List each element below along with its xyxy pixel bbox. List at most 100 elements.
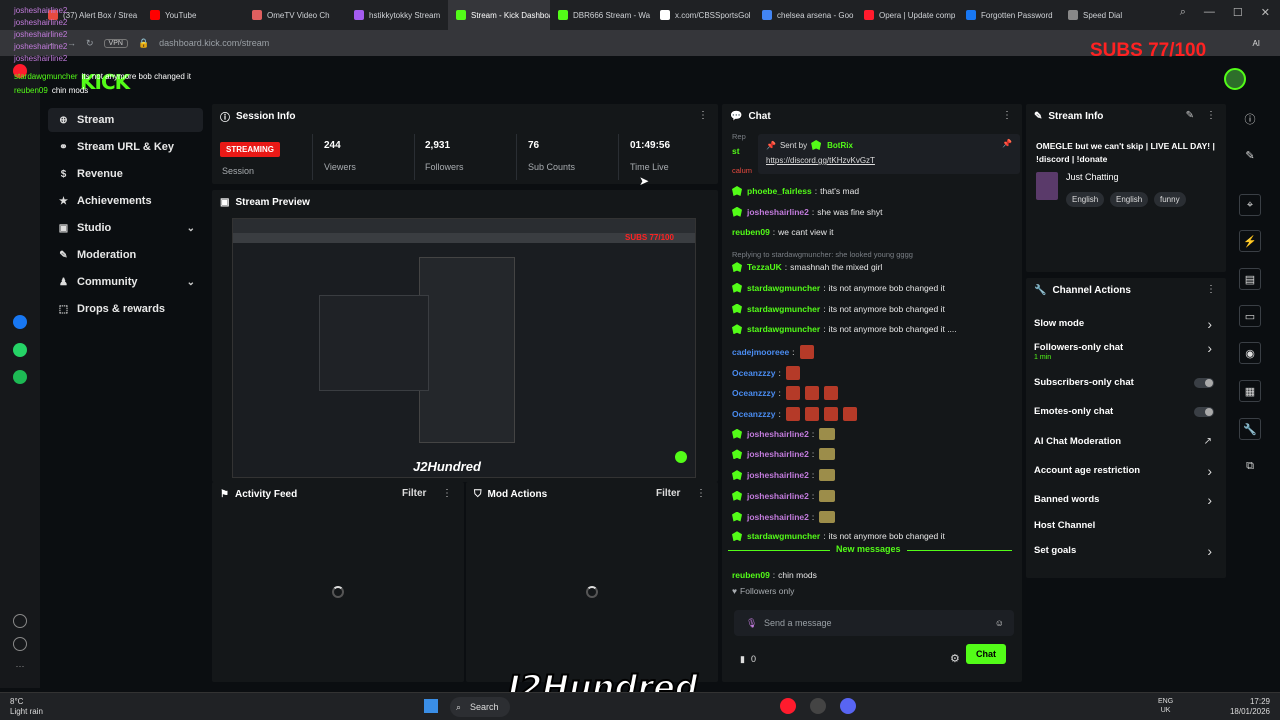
- chevron-right-icon[interactable]: ›: [1207, 544, 1212, 558]
- taskbar-search[interactable]: ⌕ Search: [450, 697, 510, 717]
- browser-tab[interactable]: OmeTV Video Ch: [244, 0, 346, 30]
- chat-username[interactable]: stardawgmuncher: [747, 324, 820, 334]
- category-thumbnail[interactable]: [1036, 172, 1058, 200]
- emote-icon[interactable]: [785, 407, 800, 421]
- chat-send-button[interactable]: Chat: [966, 644, 1006, 664]
- channel-action-host-channel[interactable]: Host Channel: [1026, 520, 1226, 540]
- nav-item-drops-rewards[interactable]: ⬚ Drops & rewards: [48, 297, 203, 321]
- chat-username[interactable]: Oceanzzzy: [732, 388, 775, 398]
- channel-actions-menu-icon[interactable]: ⋮: [1206, 284, 1216, 295]
- channel-action-set-goals[interactable]: Set goals ›: [1026, 544, 1226, 565]
- browser-tab[interactable]: Stream - Kick Dashboard: [448, 0, 550, 30]
- emote-icon[interactable]: [819, 489, 836, 502]
- clock-time[interactable]: 17:29: [1218, 697, 1270, 707]
- emote-icon[interactable]: [819, 469, 836, 482]
- stream-info-menu-icon[interactable]: ⋮: [1206, 110, 1216, 121]
- reload-icon[interactable]: ↻: [86, 38, 94, 49]
- toggle-switch[interactable]: [1194, 378, 1214, 388]
- chat-bubble-icon[interactable]: ▭: [1239, 305, 1261, 327]
- tool-icon[interactable]: 🔧: [1239, 418, 1261, 440]
- nav-item-moderation[interactable]: ✎ Moderation: [48, 243, 203, 267]
- browser-tab[interactable]: Speed Dial: [1060, 0, 1162, 30]
- windows-start-icon[interactable]: [424, 699, 438, 713]
- browser-tab[interactable]: hstikkytokky Stream: [346, 0, 448, 30]
- chat-username[interactable]: stardawgmuncher: [747, 283, 820, 293]
- chat-username[interactable]: josheshairline2: [747, 512, 809, 522]
- channel-action-account-age-restriction[interactable]: Account age restriction ›: [1026, 464, 1226, 485]
- emote-icon[interactable]: [799, 344, 814, 359]
- emote-icon[interactable]: [823, 407, 838, 421]
- chat-username[interactable]: reuben09: [732, 227, 770, 237]
- app-taskbar-icon[interactable]: [810, 698, 826, 714]
- info-icon[interactable]: ⓘ: [1239, 108, 1261, 130]
- browser-tab[interactable]: Opera | Update comp: [856, 0, 958, 30]
- external-link-icon[interactable]: ↗: [1204, 436, 1212, 447]
- more-icon[interactable]: ···: [13, 660, 27, 674]
- emote-icon[interactable]: [804, 386, 819, 401]
- browser-tab[interactable]: DBR666 Stream - Wa: [550, 0, 652, 30]
- maximize-icon[interactable]: ☐: [1233, 6, 1243, 19]
- language[interactable]: ENG: [1158, 697, 1173, 706]
- pinned-link[interactable]: https://discord.gg/tKHzvKvGzT: [766, 156, 875, 165]
- chevron-right-icon[interactable]: ›: [1207, 464, 1212, 478]
- channel-action-subscribers-only-chat[interactable]: Subscribers-only chat: [1026, 377, 1226, 397]
- url-text[interactable]: dashboard.kick.com/stream: [159, 38, 269, 48]
- chat-username[interactable]: stardawgmuncher: [747, 304, 820, 314]
- chat-username[interactable]: josheshairline2: [747, 207, 809, 217]
- search-tabs-icon[interactable]: ⌕: [1180, 6, 1186, 19]
- emote-icon[interactable]: [804, 407, 819, 421]
- emoji-icon[interactable]: ☺: [995, 618, 1004, 628]
- stream-preview-video[interactable]: SUBS 77/100 J2Hundred: [232, 218, 696, 478]
- chat-username[interactable]: josheshairline2: [747, 449, 809, 459]
- emote-icon[interactable]: [785, 386, 800, 401]
- share-icon[interactable]: ⧉: [1239, 455, 1261, 477]
- chat-points[interactable]: ▮ 0: [740, 654, 756, 665]
- browser-tab[interactable]: Forgotten Password: [958, 0, 1060, 30]
- nav-item-revenue[interactable]: $ Revenue: [48, 162, 203, 186]
- lightning-icon[interactable]: ⚡: [1239, 230, 1261, 252]
- chat-username[interactable]: cadejmooreee: [732, 347, 789, 357]
- browser-tab[interactable]: YouTube: [142, 0, 244, 30]
- nav-item-stream-url-key[interactable]: ⚭ Stream URL & Key: [48, 135, 203, 159]
- chat-username[interactable]: josheshairline2: [747, 470, 809, 480]
- ai-button[interactable]: AI: [1252, 39, 1260, 48]
- browser-tab[interactable]: x.com/CBSSportsGol: [652, 0, 754, 30]
- channel-action-ai-chat-moderation[interactable]: AI Chat Moderation ↗: [1026, 436, 1226, 456]
- avatar[interactable]: [1224, 68, 1246, 90]
- nav-item-achievements[interactable]: ★ Achievements: [48, 189, 203, 213]
- emote-icon[interactable]: [819, 427, 836, 440]
- spotify-icon[interactable]: [13, 370, 27, 384]
- mic-icon[interactable]: 🎙: [746, 618, 757, 629]
- new-messages-label[interactable]: New messages: [830, 544, 907, 554]
- nav-item-stream[interactable]: ⊕ Stream: [48, 108, 203, 132]
- emote-icon[interactable]: [823, 386, 838, 401]
- chat-username[interactable]: stardawgmuncher: [747, 531, 820, 541]
- channel-action-followers-only-chat[interactable]: Followers-only chat 1 min ›: [1026, 341, 1226, 362]
- whatsapp-icon[interactable]: [13, 343, 27, 357]
- edit-icon[interactable]: ✎: [1186, 110, 1194, 121]
- chat-username[interactable]: Oceanzzzy: [732, 409, 775, 419]
- favorites-icon[interactable]: [13, 614, 27, 628]
- nav-item-studio[interactable]: ▣ Studio ⌄: [48, 216, 203, 240]
- broadcast-icon[interactable]: ◉: [1239, 342, 1261, 364]
- chat-username[interactable]: josheshairline2: [747, 491, 809, 501]
- clock-date[interactable]: 18/01/2026: [1218, 707, 1270, 717]
- activity-filter-button[interactable]: Filter: [402, 488, 426, 499]
- forward-icon[interactable]: →: [67, 38, 76, 48]
- chat-username[interactable]: TezzaUK: [747, 262, 782, 272]
- minimize-icon[interactable]: —: [1204, 6, 1215, 19]
- chevron-down-icon[interactable]: ⌄: [187, 223, 195, 234]
- emote-icon[interactable]: [842, 407, 857, 421]
- chat-username[interactable]: Oceanzzzy: [732, 368, 775, 378]
- region[interactable]: UK: [1158, 706, 1173, 715]
- activity-menu-icon[interactable]: ⋮: [442, 488, 452, 499]
- weather-temp[interactable]: 8°C: [10, 697, 43, 707]
- weather-desc[interactable]: Light rain: [10, 707, 43, 717]
- session-menu-icon[interactable]: ⋮: [698, 110, 708, 121]
- send-message-input[interactable]: 🎙 Send a message ☺: [734, 610, 1014, 636]
- chevron-right-icon[interactable]: ›: [1207, 493, 1212, 507]
- opera-taskbar-icon[interactable]: [780, 698, 796, 714]
- messenger-icon[interactable]: [13, 315, 27, 329]
- close-icon[interactable]: ✕: [1261, 6, 1270, 19]
- unpin-icon[interactable]: 📌: [1002, 139, 1012, 148]
